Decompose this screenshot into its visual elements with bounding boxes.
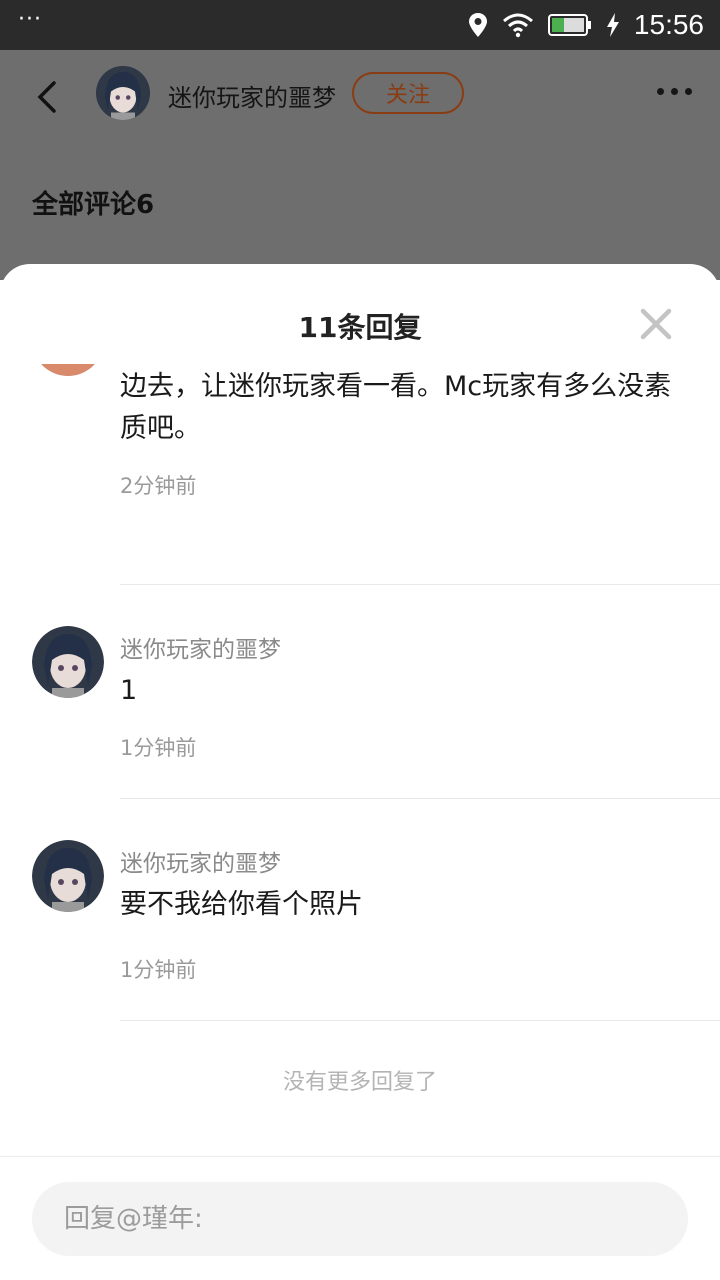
no-more-replies: 没有更多回复了	[282, 1070, 437, 1095]
overflow-dots: ···	[18, 7, 42, 32]
wifi-icon	[502, 13, 533, 38]
more-options-icon[interactable]	[657, 88, 692, 95]
app-root: { "status_bar": { "menu_dots": "···", "t…	[0, 0, 720, 1280]
close-icon[interactable]	[640, 308, 672, 340]
author-name[interactable]: 迷你玩家的噩梦	[168, 78, 336, 113]
reply-content: 1	[120, 675, 138, 706]
reply-time: 2分钟前	[120, 474, 197, 498]
reply-author[interactable]: 迷你玩家的噩梦	[120, 844, 281, 878]
reply-time: 1分钟前	[120, 736, 197, 760]
reply-content: 有本事你就使劲骂，使劲骂，然后我发到迷你那边去，让迷你玩家看一看。Mc玩家有多么…	[120, 371, 672, 444]
author-avatar[interactable]	[96, 66, 150, 120]
reply-list[interactable]: 有本事你就使劲骂，使劲骂，然后我发到迷你那边去，让迷你玩家看一看。Mc玩家有多么…	[0, 364, 720, 1154]
divider	[120, 584, 720, 585]
follow-button[interactable]: 关注	[352, 72, 464, 114]
sheet-title: 11条回复	[298, 311, 422, 344]
reply-avatar[interactable]	[32, 364, 104, 376]
reply-avatar[interactable]	[32, 626, 104, 698]
reply-input[interactable]	[32, 1182, 688, 1256]
post-header: 迷你玩家的噩梦 关注	[0, 50, 720, 142]
back-icon[interactable]	[32, 80, 62, 114]
replies-sheet: 11条回复 有本事你就使劲骂，使劲骂，然后我发到迷你那边去，让迷你玩家看一看。M…	[0, 264, 720, 1280]
reply-author[interactable]: 迷你玩家的噩梦	[120, 630, 281, 664]
status-bar: ··· 15:56	[0, 0, 720, 50]
battery-icon	[547, 14, 591, 36]
all-comments-heading: 全部评论6	[32, 190, 155, 220]
reply-avatar[interactable]	[32, 840, 104, 912]
reply-content: 要不我给你看个照片	[120, 889, 363, 920]
clock: 15:56	[633, 9, 704, 40]
divider	[120, 798, 720, 799]
divider	[120, 1020, 720, 1021]
status-icons: 15:56	[468, 9, 704, 41]
charging-icon	[606, 13, 619, 37]
reply-time: 1分钟前	[120, 958, 197, 982]
footer-divider	[0, 1156, 720, 1157]
location-icon	[468, 13, 487, 37]
